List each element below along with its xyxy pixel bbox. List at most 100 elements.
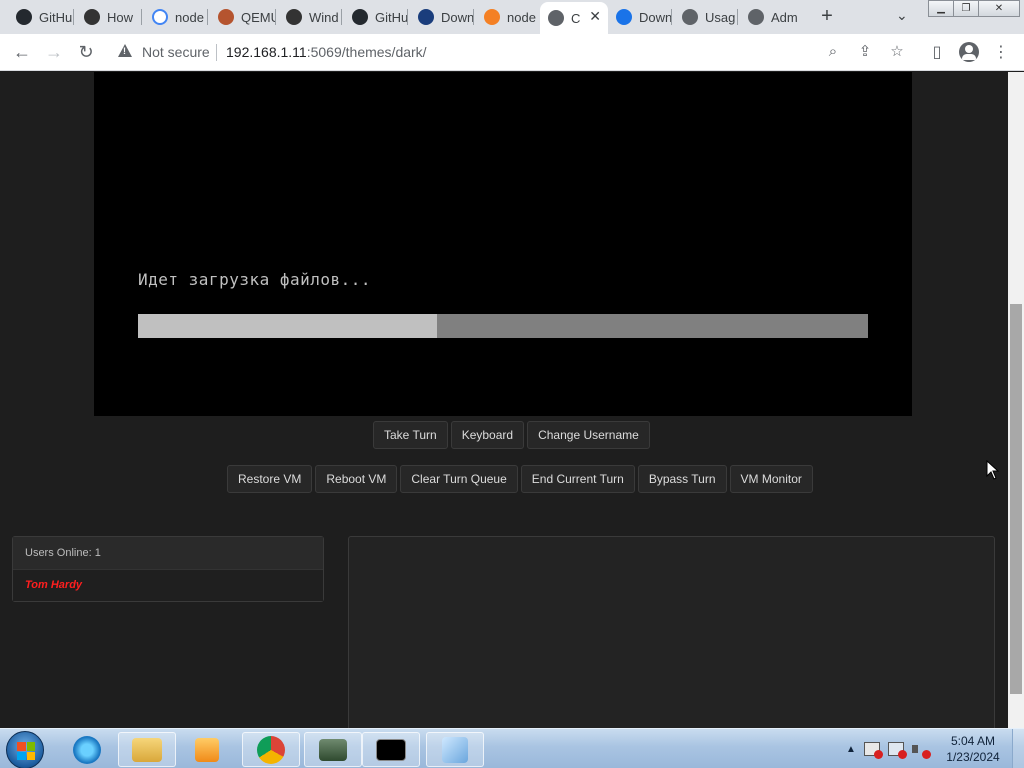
volume-muted-icon[interactable] <box>911 742 931 759</box>
tab-separator <box>207 9 208 25</box>
browser-tab[interactable]: C ✕ <box>540 2 608 34</box>
keyboard-button[interactable]: Keyboard <box>450 421 525 449</box>
tab-separator <box>407 9 408 25</box>
menu-dots-icon[interactable]: ⋮ <box>990 42 1012 64</box>
forward-arrow-icon[interactable]: → <box>42 41 66 65</box>
browser-tab[interactable]: Adm <box>740 4 802 30</box>
mouse-cursor-icon <box>986 460 1000 480</box>
action-center-flag-icon[interactable] <box>863 742 883 759</box>
download-icon <box>616 9 632 25</box>
browser-tab[interactable]: Down <box>608 4 672 30</box>
tab-separator <box>275 9 276 25</box>
vm-display[interactable]: Идет загрузка файлов... <box>94 72 912 416</box>
browser-tab[interactable]: QEMU <box>210 4 276 30</box>
taskbar-app-network-app[interactable] <box>304 732 362 767</box>
tab-separator <box>737 9 738 25</box>
omnibox-divider <box>216 44 217 61</box>
taskbar-app-ie[interactable] <box>58 732 116 767</box>
bypass-turn-button[interactable]: Bypass Turn <box>637 465 727 493</box>
close-tab-icon[interactable]: ✕ <box>589 8 601 25</box>
new-tab-button[interactable]: + <box>816 6 838 28</box>
user-list-item[interactable]: Tom Hardy <box>13 570 323 601</box>
users-online-header: Users Online: 1 <box>13 537 323 570</box>
share-icon[interactable]: ⇪ <box>856 43 874 61</box>
security-label[interactable]: Not secure <box>142 44 210 60</box>
tab-separator <box>141 9 142 25</box>
vm-progress-fill <box>138 314 438 338</box>
ie-icon <box>73 735 101 764</box>
turn-controls: Take Turn Keyboard Change Username <box>373 421 650 449</box>
clear-turn-queue-button[interactable]: Clear Turn Queue <box>400 465 518 493</box>
back-arrow-icon[interactable]: ← <box>10 41 34 65</box>
windows-taskbar: ▲ 5:04 AM 1/23/2024 <box>0 728 1024 768</box>
tab-title: node <box>507 9 536 25</box>
tab-title: QEMU <box>241 9 276 25</box>
end-current-turn-button[interactable]: End Current Turn <box>520 465 635 493</box>
taskbar-app-chrome[interactable] <box>242 732 300 767</box>
cmd-icon <box>376 738 406 761</box>
stackoverflow-icon <box>484 9 500 25</box>
browser-tab[interactable]: GitHub <box>8 4 74 30</box>
taskbar-app-explorer[interactable] <box>118 732 176 767</box>
network-icon[interactable] <box>887 742 907 759</box>
tab-title: C <box>571 10 581 26</box>
vm-loading-text: Идет загрузка файлов... <box>138 270 372 289</box>
browser-tab[interactable]: GitHub <box>344 4 408 30</box>
start-button[interactable] <box>6 731 44 768</box>
tab-title: node <box>175 9 204 25</box>
github-icon <box>352 9 368 25</box>
page-scrollbar[interactable] <box>1008 72 1024 728</box>
vm-monitor-button[interactable]: VM Monitor <box>729 465 813 493</box>
reboot-vm-button[interactable]: Reboot VM <box>315 465 398 493</box>
qemu-icon <box>218 9 234 25</box>
profile-avatar-icon[interactable] <box>959 42 979 62</box>
scrollbar-thumb[interactable] <box>1010 304 1022 694</box>
taskbar-clock[interactable]: 5:04 AM 1/23/2024 <box>940 733 1006 765</box>
restore-button[interactable]: ❐ <box>953 0 979 17</box>
chat-panel[interactable] <box>348 536 995 728</box>
tab-separator <box>341 9 342 25</box>
side-panel-icon[interactable]: ▯ <box>926 42 948 64</box>
n-icon <box>418 9 434 25</box>
taskbar-app-notepad[interactable] <box>426 732 484 767</box>
taskbar-app-media-player[interactable] <box>178 732 236 767</box>
bookmark-star-icon[interactable]: ☆ <box>888 43 906 61</box>
url-text[interactable]: 192.168.1.11:5069/themes/dark/ <box>226 44 427 60</box>
browser-tab[interactable]: node <box>144 4 208 30</box>
browser-tab[interactable]: node <box>476 4 538 30</box>
tab-title: Down <box>639 9 672 25</box>
tab-title: GitHub <box>375 9 408 25</box>
warning-triangle-icon[interactable] <box>118 44 132 57</box>
browser-tabstrip: GitHubHownodeQEMUWindGitHubDownnodeC✕Dow… <box>0 0 1024 34</box>
browser-tab[interactable]: Down <box>410 4 474 30</box>
browser-toolbar: ← → ↻ Not secure 192.168.1.11:5069/theme… <box>0 34 1024 71</box>
address-bar[interactable]: Not secure 192.168.1.11:5069/themes/dark… <box>108 38 908 67</box>
clock-time: 5:04 AM <box>950 734 996 748</box>
browser-tab[interactable]: Wind <box>278 4 342 30</box>
vm-progress-bar <box>138 314 868 338</box>
show-desktop-button[interactable] <box>1012 729 1024 768</box>
page-icon <box>84 9 100 25</box>
minimize-button[interactable]: ▁ <box>928 0 954 17</box>
close-window-button[interactable]: ✕ <box>978 0 1020 17</box>
tab-title: Down <box>441 9 474 25</box>
take-turn-button[interactable]: Take Turn <box>373 421 448 449</box>
tab-search-chevron-icon[interactable]: ⌄ <box>896 7 908 24</box>
browser-tab[interactable]: How <box>76 4 142 30</box>
restore-vm-button[interactable]: Restore VM <box>227 465 313 493</box>
clock-date: 1/23/2024 <box>946 750 1000 764</box>
notepad-icon <box>442 736 468 763</box>
webpage: Идет загрузка файлов... Take Turn Keyboar… <box>0 72 1008 728</box>
browser-tab[interactable]: Usag <box>674 4 738 30</box>
windows-flag-icon <box>17 742 35 760</box>
zoom-icon[interactable]: ⌕ <box>824 43 842 61</box>
chrome-icon <box>257 735 285 764</box>
taskbar-app-cmd[interactable] <box>362 732 420 767</box>
reload-icon[interactable]: ↻ <box>74 41 98 65</box>
tab-separator <box>73 9 74 25</box>
github-icon <box>16 9 32 25</box>
google-icon <box>152 9 168 25</box>
change-username-button[interactable]: Change Username <box>527 421 650 449</box>
tray-expand-icon[interactable]: ▲ <box>846 744 856 755</box>
globe-icon <box>548 10 564 26</box>
